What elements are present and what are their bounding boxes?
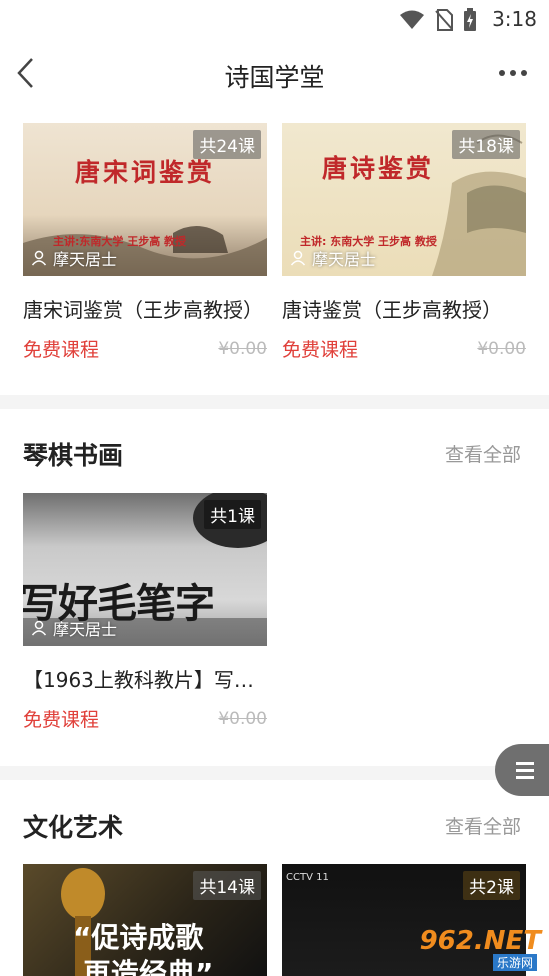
original-price: ¥0.00: [477, 338, 526, 359]
course-title[interactable]: 【1963上教科教片】写好毛笔字: [23, 664, 267, 693]
author: 摩天居士: [31, 616, 117, 640]
lesson-count-badge: 共18课: [452, 130, 520, 159]
battery-charging-icon: [464, 8, 476, 31]
free-label: 免费课程: [282, 339, 359, 361]
author-name: 摩天居士: [312, 250, 377, 269]
section-divider: [0, 766, 549, 780]
author: 摩天居士: [290, 246, 376, 270]
course-card[interactable]: “促诗成歌 再造经典” 共14课: [23, 864, 267, 976]
status-icons: [399, 8, 477, 32]
section-title: 琴棋书画: [23, 441, 124, 470]
cover-text-line2: 再造经典”: [83, 957, 214, 976]
cover-text-line1: “促诗成歌: [73, 921, 204, 954]
course-cover: 唐宋词鉴赏 主讲:东南大学 王步高 教授 共24课 摩天居士: [23, 123, 267, 276]
course-title[interactable]: 唐诗鉴赏（王步高教授）: [282, 294, 526, 323]
view-all-link[interactable]: 查看全部: [445, 812, 521, 839]
user-icon: [31, 620, 47, 636]
page-title: 诗国学堂: [224, 63, 325, 92]
no-sim-icon: [435, 9, 453, 31]
author: 摩天居士: [31, 246, 117, 270]
section-header: 琴棋书画 查看全部: [0, 428, 549, 478]
watermark-big: 962.NET: [419, 926, 541, 956]
lesson-count-badge: 共14课: [193, 871, 261, 900]
pricing: 免费课程 ¥0.00: [282, 335, 526, 362]
course-cover: “促诗成歌 再造经典” 共14课: [23, 864, 267, 976]
status-bar: 3:18: [0, 0, 549, 38]
original-price: ¥0.00: [218, 338, 267, 359]
watermark-logo: 962.NET 乐游网: [401, 926, 541, 972]
course-card[interactable]: 唐宋词鉴赏 主讲:东南大学 王步高 教授 共24课 摩天居士 唐宋词鉴赏（王步高…: [23, 123, 267, 362]
lesson-count-badge: 共2课: [463, 871, 520, 900]
user-icon: [290, 250, 306, 266]
view-all-link[interactable]: 查看全部: [445, 440, 521, 467]
channel-logo: CCTV 11: [286, 872, 329, 883]
course-cover: 唐诗鉴赏 主讲: 东南大学 王步高 教授 共18课 摩天居士: [282, 123, 526, 276]
wifi-icon: [400, 10, 424, 29]
more-options-icon[interactable]: [499, 63, 529, 83]
free-label: 免费课程: [23, 709, 100, 731]
user-icon: [31, 250, 47, 266]
author-name: 摩天居士: [53, 620, 118, 639]
course-card[interactable]: 写好毛笔字 共1课 摩天居士 【1963上教科教片】写好毛笔字 免费课程 ¥0.…: [23, 493, 267, 732]
lesson-count-badge: 共1课: [204, 500, 261, 529]
course-cover: 写好毛笔字 共1课 摩天居士: [23, 493, 267, 646]
status-time: 3:18: [492, 7, 537, 31]
original-price: ¥0.00: [218, 708, 267, 729]
course-title[interactable]: 唐宋词鉴赏（王步高教授）: [23, 294, 267, 323]
pricing: 免费课程 ¥0.00: [23, 705, 267, 732]
pricing: 免费课程 ¥0.00: [23, 335, 267, 362]
course-card[interactable]: 唐诗鉴赏 主讲: 东南大学 王步高 教授 共18课 摩天居士 唐诗鉴赏（王步高教…: [282, 123, 526, 362]
author-name: 摩天居士: [53, 250, 118, 269]
cover-title: 唐诗鉴赏: [322, 154, 435, 183]
lesson-count-badge: 共24课: [193, 130, 261, 159]
nav-bar: 诗国学堂: [0, 38, 549, 110]
free-label: 免费课程: [23, 339, 100, 361]
section-title: 文化艺术: [23, 813, 124, 842]
floating-menu-button[interactable]: [495, 744, 549, 796]
section-divider: [0, 395, 549, 409]
section-header: 文化艺术 查看全部: [0, 800, 549, 850]
watermark-small: 乐游网: [492, 954, 537, 971]
